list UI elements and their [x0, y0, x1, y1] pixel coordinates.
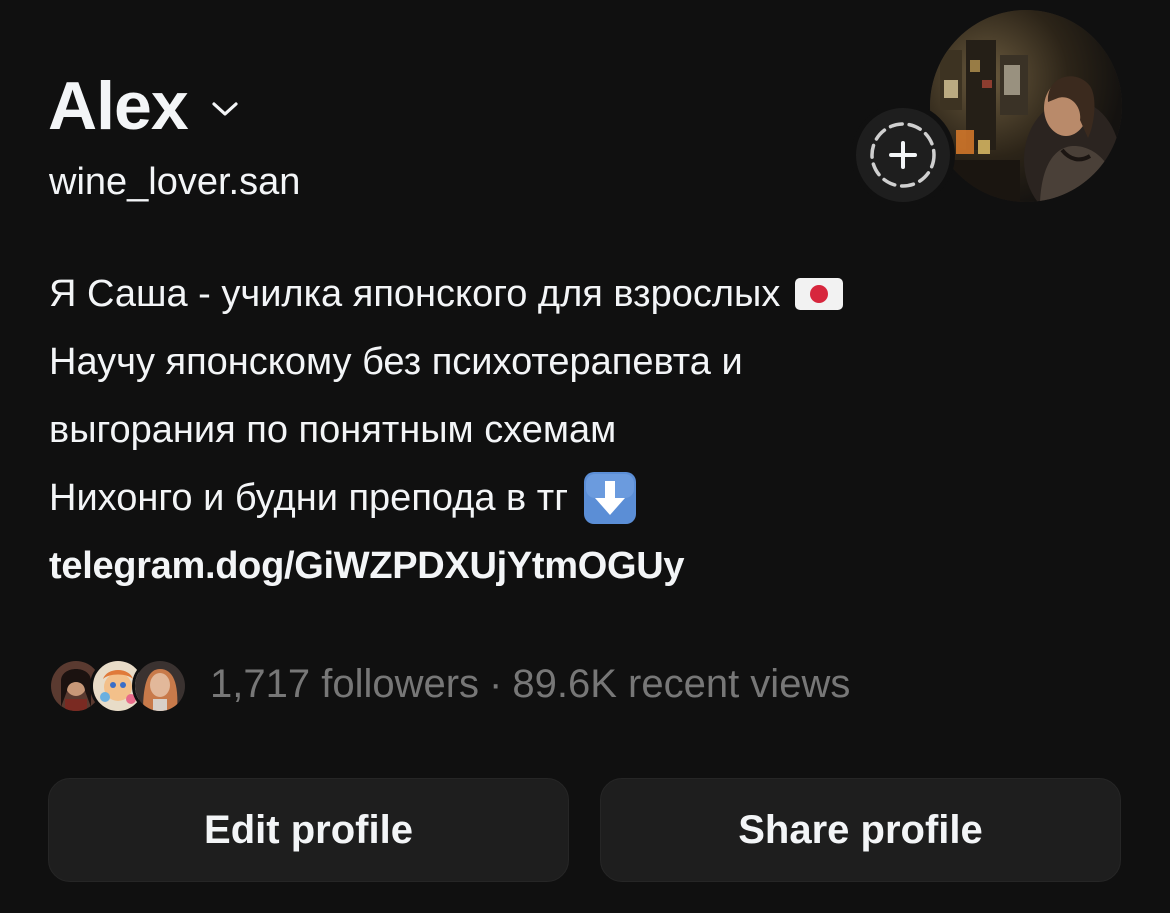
bio-line-text: Я Саша - училка японского для взрослых — [49, 273, 781, 315]
plus-circle-dashed-icon — [861, 113, 945, 197]
bio-line: Нихонго и будни препода в тг — [49, 464, 1049, 532]
follower-avatars[interactable] — [48, 654, 188, 714]
recent-views[interactable]: 89.6K recent views — [512, 662, 850, 707]
profile-avatar[interactable] — [930, 10, 1122, 202]
stats-separator: · — [489, 661, 503, 706]
stats-text: 1,717 followers · 89.6K recent views — [210, 662, 850, 707]
bio-line: выгорания по понятным схемам — [49, 396, 1049, 464]
add-story-button[interactable] — [851, 103, 955, 207]
follower-avatar — [132, 658, 188, 714]
japan-flag-emoji — [794, 277, 844, 311]
stats-row: 1,717 followers · 89.6K recent views — [48, 652, 850, 716]
bio-line-text: Научу японскому без психотерапевта и — [49, 341, 743, 383]
followers-count[interactable]: 1,717 followers — [210, 662, 479, 707]
username[interactable]: wine_lover.san — [49, 158, 300, 206]
profile-bio: Я Саша - училка японского для взрослых Н… — [49, 260, 1049, 600]
down-arrow-emoji — [582, 470, 638, 526]
share-profile-button[interactable]: Share profile — [600, 778, 1121, 882]
chevron-down-icon[interactable] — [210, 94, 240, 124]
bio-line-text: Нихонго и будни препода в тг — [49, 477, 569, 519]
profile-name-row: Alex — [48, 66, 240, 146]
bio-line: Я Саша - училка японского для взрослых — [49, 260, 1049, 328]
display-name: Alex — [48, 68, 189, 144]
edit-profile-button[interactable]: Edit profile — [48, 778, 569, 882]
bio-line-text: выгорания по понятным схемам — [49, 409, 617, 451]
bio-line: Научу японскому без психотерапевта и — [49, 328, 1049, 396]
bio-link[interactable]: telegram.dog/GiWZPDXUjYtmOGUy — [49, 532, 1049, 600]
